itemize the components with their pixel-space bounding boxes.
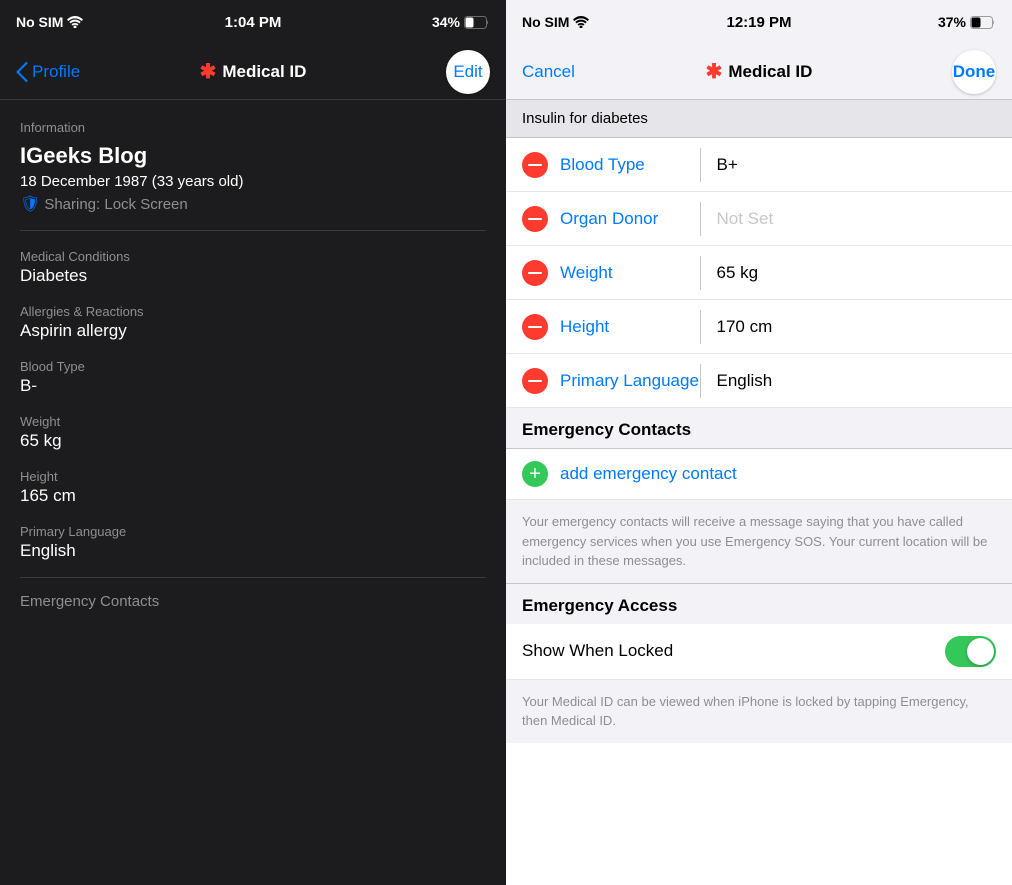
language-row-label: Primary Language (560, 371, 700, 391)
sharing-status: 🛡 Sharing: Lock Screen (20, 194, 486, 214)
toggle-label: Show When Locked (522, 641, 673, 661)
back-label: Profile (32, 62, 80, 82)
right-wifi-icon (573, 16, 589, 28)
emergency-contacts-heading: Emergency Contacts (20, 593, 486, 610)
organ-donor-row-value: Not Set (717, 209, 997, 229)
height-row-value: 170 cm (717, 317, 997, 337)
primary-language-row[interactable]: Primary Language English (506, 354, 1012, 408)
user-dob: 18 December 1987 (33 years old) (20, 173, 486, 190)
blood-type-row-label: Blood Type (560, 155, 700, 175)
weight-row-label: Weight (560, 263, 700, 283)
medical-conditions-label: Medical Conditions (20, 249, 486, 264)
emergency-access-header: Emergency Access (506, 584, 1012, 624)
subtitle-bar: Insulin for diabetes (506, 100, 1012, 138)
language-row-value: English (717, 371, 997, 391)
right-battery-icon (970, 16, 996, 29)
left-nav-bar: Profile ✱ Medical ID Edit (0, 44, 506, 100)
remove-language-button[interactable] (522, 368, 548, 394)
organ-donor-row-label: Organ Donor (560, 209, 700, 229)
blood-type-row[interactable]: Blood Type B+ (506, 138, 1012, 192)
right-title-text: Medical ID (728, 62, 812, 82)
weight-value: 65 kg (20, 431, 486, 451)
right-status-time: 12:19 PM (726, 14, 791, 31)
weight-row-value: 65 kg (717, 263, 997, 283)
done-button[interactable]: Done (952, 50, 996, 94)
remove-blood-type-button[interactable] (522, 152, 548, 178)
subtitle-text: Insulin for diabetes (522, 110, 648, 127)
blood-type-row-value: B+ (717, 155, 997, 175)
access-note: Your Medical ID can be viewed when iPhon… (506, 680, 1012, 743)
left-status-right: 34% (432, 14, 490, 30)
right-carrier: No SIM (522, 14, 569, 30)
left-status-left: No SIM (16, 14, 83, 30)
contact-note: Your emergency contacts will receive a m… (506, 500, 1012, 584)
right-asterisk-icon: ✱ (706, 59, 723, 84)
show-when-locked-toggle[interactable] (945, 636, 996, 667)
back-button[interactable]: Profile (16, 62, 80, 82)
right-nav-title: ✱ Medical ID (706, 59, 813, 84)
allergies-label: Allergies & Reactions (20, 304, 486, 319)
right-status-left: No SIM (522, 14, 589, 30)
row-divider-1 (700, 148, 701, 182)
height-label: Height (20, 469, 486, 484)
user-name: IGeeks Blog (20, 143, 486, 169)
row-divider-3 (700, 256, 701, 290)
organ-donor-row[interactable]: Organ Donor Not Set (506, 192, 1012, 246)
cancel-button[interactable]: Cancel (522, 62, 575, 82)
remove-weight-button[interactable] (522, 260, 548, 286)
divider-1 (20, 230, 486, 231)
right-status-right: 37% (938, 14, 996, 30)
left-nav-title: ✱ Medical ID (200, 59, 307, 84)
allergies-value: Aspirin allergy (20, 321, 486, 341)
shield-icon: 🛡 (20, 194, 40, 214)
height-row-label: Height (560, 317, 700, 337)
blood-type-value: B- (20, 376, 486, 396)
left-status-bar: No SIM 1:04 PM 34% (0, 0, 506, 44)
divider-2 (20, 577, 486, 578)
add-icon (522, 461, 548, 487)
weight-label: Weight (20, 414, 486, 429)
blood-type-label: Blood Type (20, 359, 486, 374)
medical-conditions-value: Diabetes (20, 266, 486, 286)
left-status-time: 1:04 PM (225, 14, 282, 31)
height-value: 165 cm (20, 486, 486, 506)
primary-language-value: English (20, 541, 486, 561)
medical-asterisk-icon: ✱ (200, 59, 217, 84)
right-battery-pct: 37% (938, 14, 966, 30)
row-divider-5 (700, 364, 701, 398)
emergency-contacts-header: Emergency Contacts (506, 408, 1012, 449)
remove-height-button[interactable] (522, 314, 548, 340)
left-carrier: No SIM (16, 14, 63, 30)
left-battery-icon (464, 16, 490, 29)
weight-row[interactable]: Weight 65 kg (506, 246, 1012, 300)
right-nav-bar: Cancel ✱ Medical ID Done (506, 44, 1012, 100)
left-battery-pct: 34% (432, 14, 460, 30)
left-wifi-icon (67, 16, 83, 28)
right-status-bar: No SIM 12:19 PM 37% (506, 0, 1012, 44)
left-title-text: Medical ID (222, 62, 306, 82)
add-emergency-contact-button[interactable]: add emergency contact (506, 449, 1012, 500)
add-contact-label: add emergency contact (560, 464, 737, 484)
info-section-label: Information (20, 120, 486, 135)
show-when-locked-row: Show When Locked (506, 624, 1012, 680)
row-divider-2 (700, 202, 701, 236)
primary-language-label: Primary Language (20, 524, 486, 539)
left-content: Information IGeeks Blog 18 December 1987… (0, 100, 506, 885)
toggle-knob (967, 638, 994, 665)
left-panel: No SIM 1:04 PM 34% Profile (0, 0, 506, 885)
right-panel: No SIM 12:19 PM 37% Cancel ✱ Medical ID … (506, 0, 1012, 885)
right-content[interactable]: Blood Type B+ Organ Donor Not Set Weight… (506, 138, 1012, 885)
row-divider-4 (700, 310, 701, 344)
edit-button[interactable]: Edit (446, 50, 490, 94)
remove-organ-donor-button[interactable] (522, 206, 548, 232)
height-row[interactable]: Height 170 cm (506, 300, 1012, 354)
